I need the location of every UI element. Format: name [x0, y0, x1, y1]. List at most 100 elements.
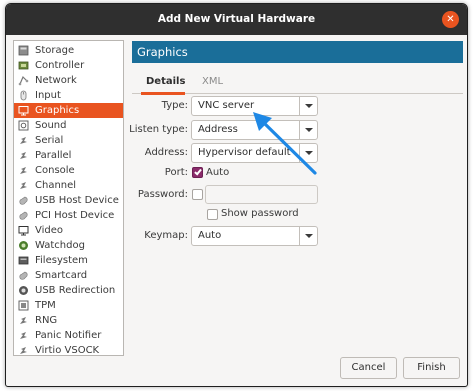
network-icon [18, 75, 29, 86]
password-field[interactable] [205, 185, 318, 204]
window-title: Add New Virtual Hardware [157, 13, 316, 25]
tab-bar: Details XML [132, 71, 463, 95]
sidebar-item-usb-redirection[interactable]: USB Redirection [14, 283, 123, 298]
sidebar-item-label: Filesystem [35, 255, 88, 266]
sidebar-item-label: Storage [35, 45, 75, 56]
panic-notifier-icon [20, 332, 27, 339]
sidebar-item-label: Console [35, 165, 75, 176]
sidebar-item-virtio-vsock[interactable]: Virtio VSOCK [14, 343, 123, 356]
sidebar-item-label: Smartcard [35, 270, 88, 281]
sidebar-item-pci-host-device[interactable]: PCI Host Device [14, 208, 123, 223]
add-hardware-dialog: Add New Virtual Hardware ✕ Storage Contr… [5, 3, 468, 387]
usb-redirection-icon [19, 286, 28, 295]
sidebar-item-label: Input [35, 90, 61, 101]
cancel-button[interactable]: Cancel [340, 357, 397, 379]
address-dropdown-button[interactable] [299, 144, 317, 162]
sidebar-item-tpm[interactable]: TPM [14, 298, 123, 313]
tab-label: XML [202, 76, 224, 87]
sidebar-item-serial[interactable]: Serial [14, 133, 123, 148]
sidebar-item-label: Sound [35, 120, 67, 131]
sidebar-item-network[interactable]: Network [14, 73, 123, 88]
port-label: Port: [164, 167, 188, 178]
finish-button[interactable]: Finish [403, 357, 460, 379]
sidebar-item-panic-notifier[interactable]: Panic Notifier [14, 328, 123, 343]
sound-icon [18, 120, 29, 131]
smartcard-icon [19, 271, 28, 280]
sidebar-item-label: Panic Notifier [35, 330, 102, 341]
sidebar-item-label: Channel [35, 180, 77, 191]
port-auto-checkbox[interactable] [192, 167, 203, 178]
sidebar-item-storage[interactable]: Storage [14, 43, 123, 58]
sidebar-item-usb-host-device[interactable]: USB Host Device [14, 193, 123, 208]
sidebar-item-parallel[interactable]: Parallel [14, 148, 123, 163]
sidebar-item-label: Graphics [35, 105, 80, 116]
checkmark-icon [194, 167, 202, 176]
port-auto-label: Auto [206, 167, 230, 178]
show-password-label: Show password [221, 208, 299, 219]
sidebar-item-controller[interactable]: Controller [14, 58, 123, 73]
sidebar-item-label: Virtio VSOCK [35, 345, 100, 356]
listen-type-combo[interactable]: Address [191, 120, 318, 140]
title-bar: Add New Virtual Hardware ✕ [6, 4, 467, 35]
sidebar-item-label: USB Host Device [35, 195, 119, 206]
keymap-combo[interactable]: Auto [191, 226, 318, 246]
address-value: Hypervisor default [198, 147, 291, 158]
watchdog-icon [19, 241, 28, 250]
hardware-list[interactable]: Storage Controller Network Input Graphic… [13, 40, 124, 356]
close-button[interactable]: ✕ [442, 11, 459, 28]
panel-header: Graphics [132, 41, 463, 63]
active-tab-indicator [141, 92, 185, 95]
channel-icon [20, 182, 27, 189]
keymap-dropdown-button[interactable] [299, 227, 317, 245]
tab-details[interactable]: Details [146, 71, 185, 94]
sidebar-item-watchdog[interactable]: Watchdog [14, 238, 123, 253]
close-icon: ✕ [446, 14, 455, 25]
type-value: VNC server [198, 100, 255, 111]
type-dropdown-button[interactable] [299, 97, 317, 115]
sidebar-item-label: Serial [35, 135, 64, 146]
sidebar-item-smartcard[interactable]: Smartcard [14, 268, 123, 283]
tpm-icon [18, 300, 29, 311]
graphics-icon [18, 106, 29, 116]
chevron-down-icon [305, 151, 313, 155]
sidebar-item-filesystem[interactable]: Filesystem [14, 253, 123, 268]
address-label: Address: [144, 147, 188, 158]
video-icon [18, 226, 29, 236]
sidebar-item-rng[interactable]: RNG [14, 313, 123, 328]
chevron-down-icon [305, 104, 313, 108]
sidebar-item-label: Controller [35, 60, 85, 71]
type-combo[interactable]: VNC server [191, 96, 318, 116]
sidebar-item-sound[interactable]: Sound [14, 118, 123, 133]
keymap-value: Auto [198, 230, 222, 241]
listen-type-value: Address [198, 124, 238, 135]
sidebar-item-label: RNG [35, 315, 58, 326]
sidebar-item-console[interactable]: Console [14, 163, 123, 178]
password-label: Password: [137, 189, 188, 200]
sidebar-item-graphics[interactable]: Graphics [14, 103, 123, 118]
listen-type-dropdown-button[interactable] [299, 121, 317, 139]
sidebar-item-label: Video [35, 225, 64, 236]
sidebar-item-video[interactable]: Video [14, 223, 123, 238]
virtio-vsock-icon [20, 347, 27, 354]
password-checkbox[interactable] [192, 189, 203, 200]
usb-host-device-icon [19, 196, 28, 205]
rng-icon [20, 317, 27, 324]
sidebar-item-input[interactable]: Input [14, 88, 123, 103]
sidebar-item-label: PCI Host Device [35, 210, 115, 221]
chevron-down-icon [305, 128, 313, 132]
address-combo[interactable]: Hypervisor default [191, 143, 318, 163]
serial-icon [20, 137, 27, 144]
sidebar-item-label: USB Redirection [35, 285, 116, 296]
sidebar-item-channel[interactable]: Channel [14, 178, 123, 193]
pci-host-device-icon [19, 211, 28, 220]
parallel-icon [20, 152, 27, 159]
controller-icon [18, 61, 29, 70]
storage-icon [18, 45, 29, 56]
show-password-checkbox[interactable] [207, 209, 218, 220]
sidebar-item-label: TPM [35, 300, 56, 311]
tab-xml[interactable]: XML [202, 71, 223, 94]
panel-title: Graphics [137, 45, 188, 59]
console-icon [20, 167, 27, 174]
sidebar-item-label: Network [35, 75, 77, 86]
type-label: Type: [161, 100, 188, 111]
